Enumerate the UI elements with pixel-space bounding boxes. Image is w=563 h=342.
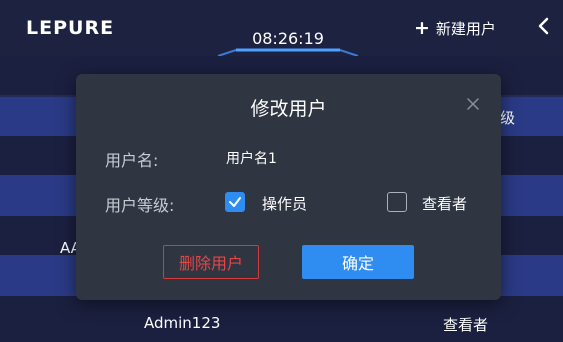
level-cell: 查看者 [443, 316, 489, 334]
new-user-label: 新建用户 [435, 20, 496, 38]
checkmark-icon [229, 197, 241, 207]
viewer-checkbox[interactable] [387, 192, 407, 212]
table-row[interactable]: Admin123 查看者 [0, 304, 563, 342]
username-label: 用户名: [105, 151, 159, 170]
viewer-option-label[interactable]: 查看者 [422, 193, 467, 214]
confirm-button[interactable]: 确定 [302, 245, 414, 279]
username-value: 用户名1 [226, 151, 277, 167]
new-user-button[interactable]: + 新建用户 [414, 18, 496, 39]
top-bar: LEPURE 08:26:19 + 新建用户 [0, 0, 563, 56]
brand-logo: LEPURE [26, 17, 115, 39]
operator-checkbox[interactable] [225, 192, 245, 212]
clock-time: 08:26:19 [252, 29, 324, 48]
username-cell: Admin123 [144, 314, 221, 332]
edit-user-dialog: 修改用户 用户名: 用户名1 用户等级: 操作员 查看者 删除用户 确定 [76, 74, 501, 300]
delete-user-button[interactable]: 删除用户 [163, 245, 259, 279]
user-level-label: 用户等级: [105, 196, 175, 215]
close-icon[interactable] [466, 96, 480, 110]
table-cell: 级 [500, 109, 516, 127]
operator-option-label[interactable]: 操作员 [262, 193, 307, 214]
dialog-title: 修改用户 [250, 98, 327, 120]
chevron-left-icon[interactable] [534, 14, 554, 38]
clock-tab: 08:26:19 [196, 10, 380, 56]
plus-icon: + [414, 17, 430, 39]
